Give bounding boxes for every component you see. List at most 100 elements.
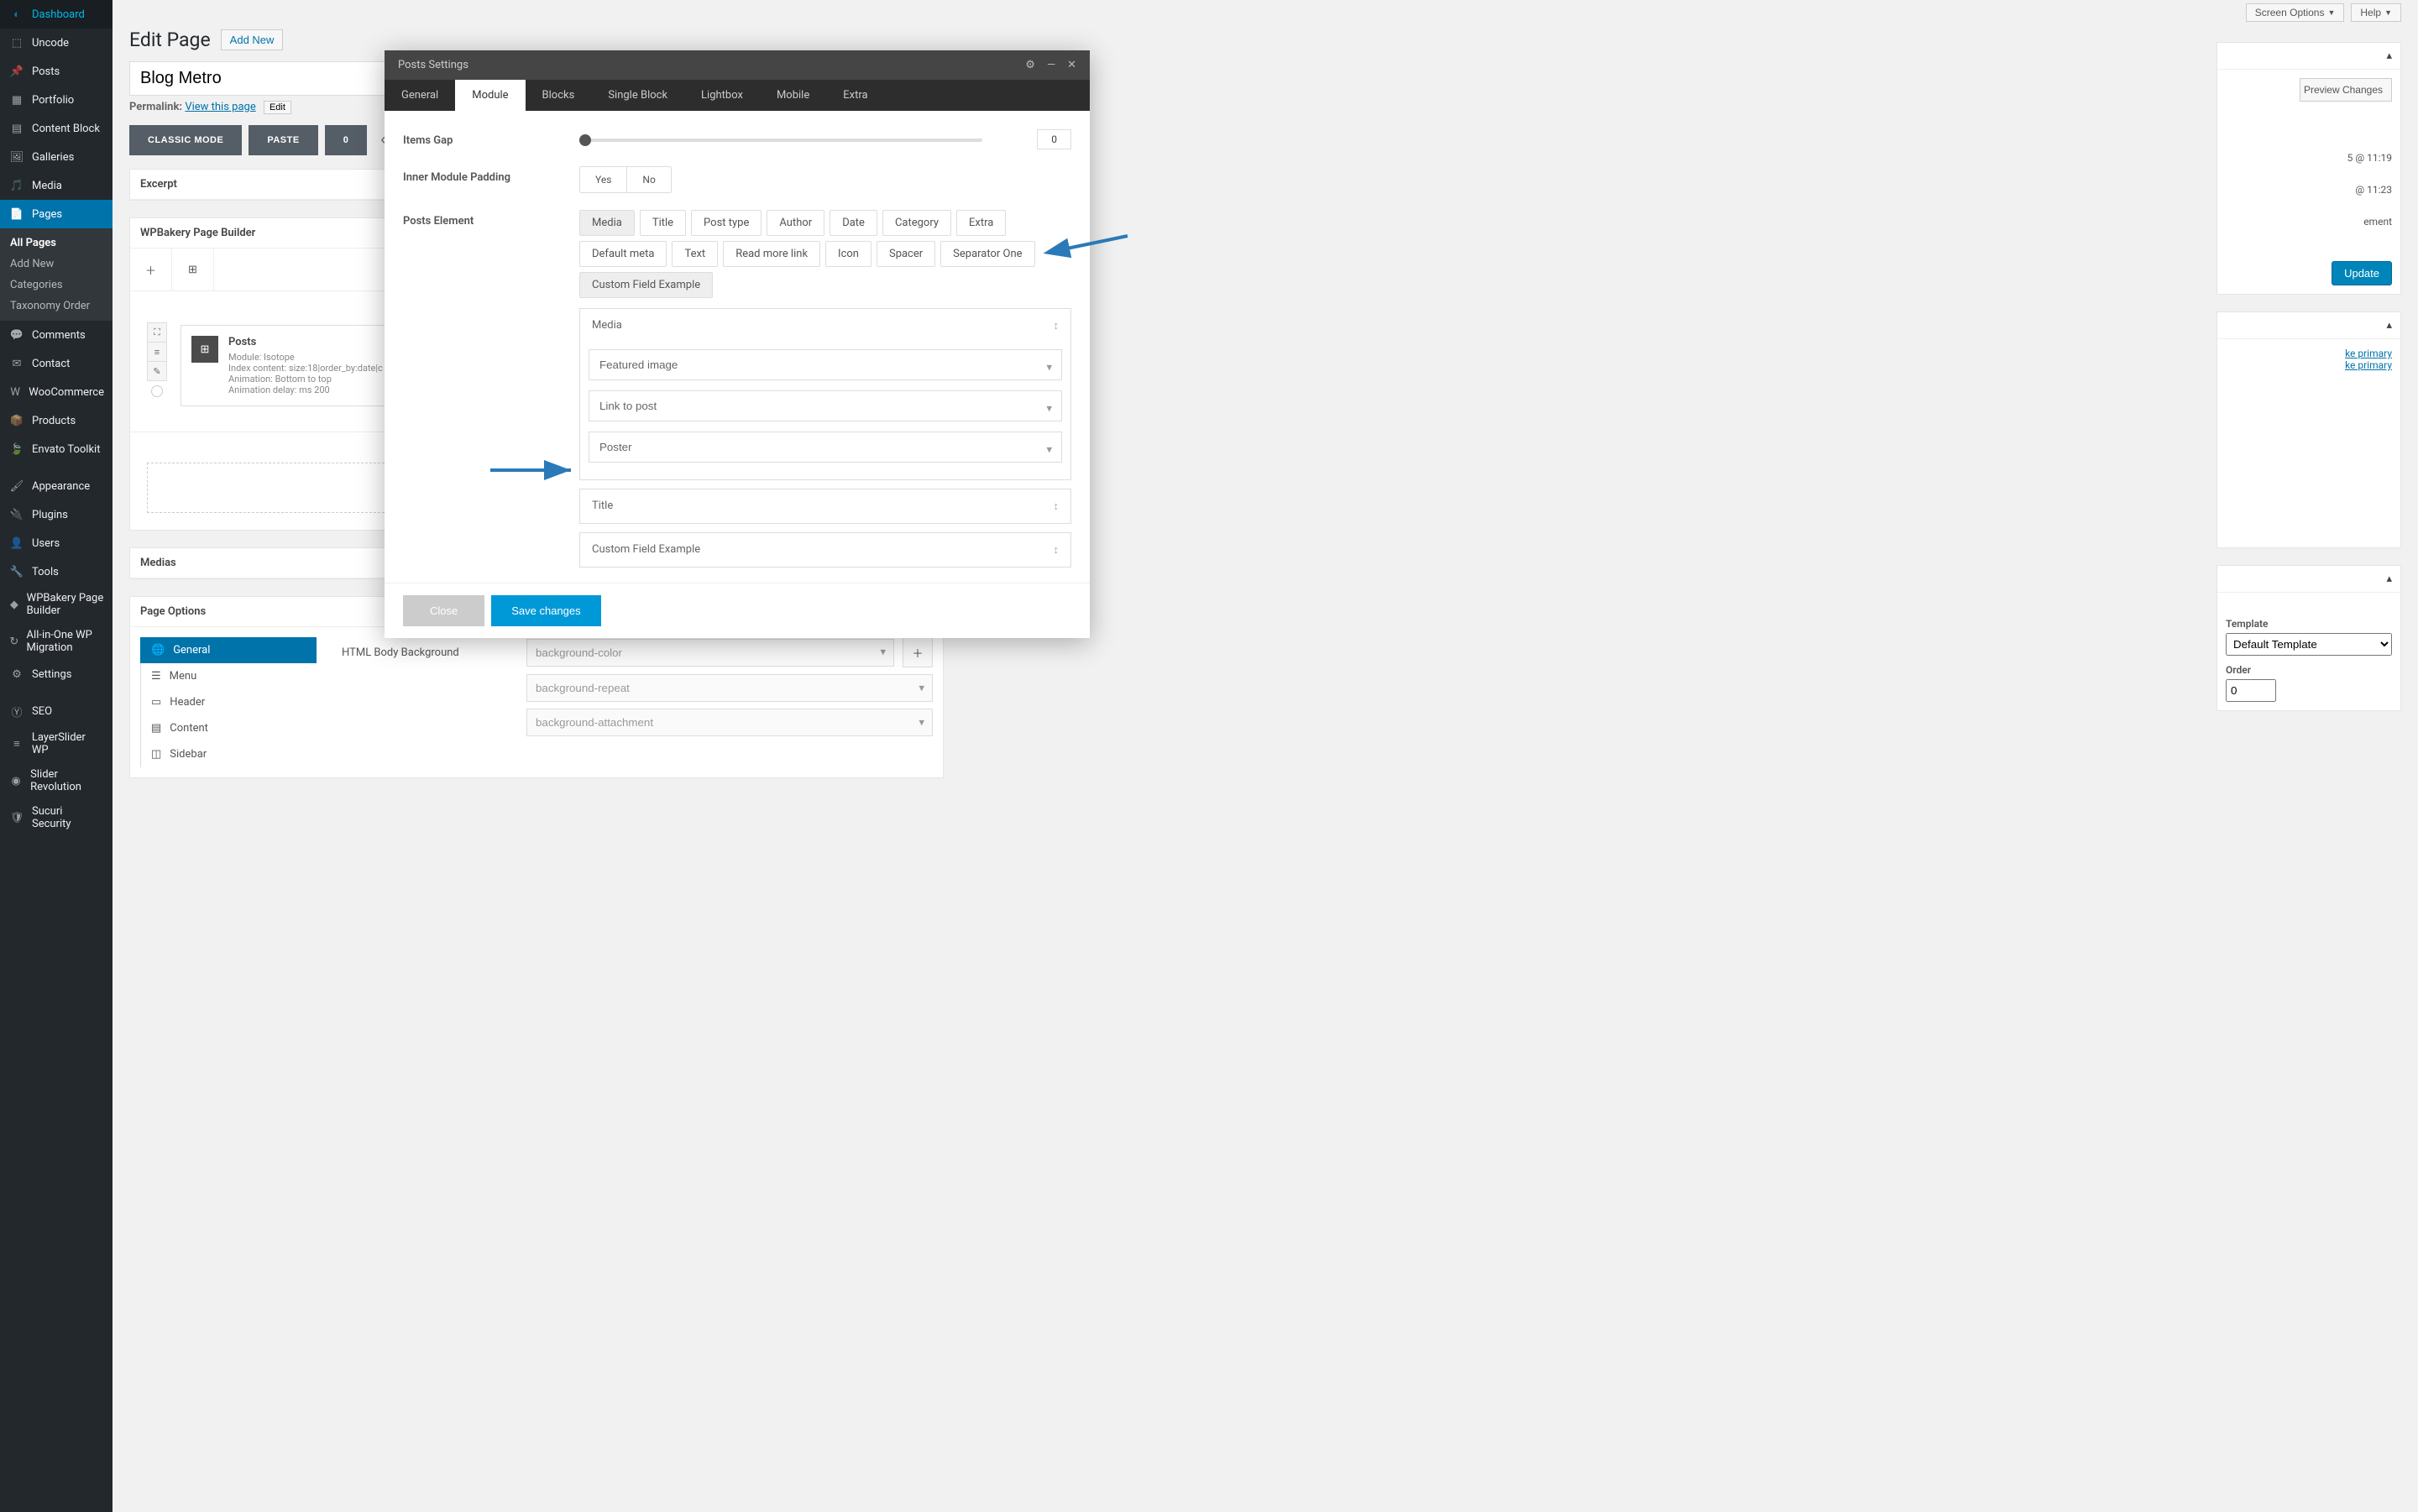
link-to-post-select[interactable]: Link to post xyxy=(589,390,1062,421)
update-button[interactable]: Update xyxy=(2332,261,2392,285)
collapse-icon[interactable]: ▴ xyxy=(2386,319,2392,332)
sidebar-item-contact[interactable]: ✉Contact xyxy=(0,349,113,378)
sidebar-item-galleries[interactable]: 🖼Galleries xyxy=(0,143,113,171)
primary-link[interactable]: ke primary xyxy=(2345,359,2392,371)
collapse-icon[interactable]: ▴ xyxy=(2386,573,2392,585)
pill-date[interactable]: Date xyxy=(830,210,877,236)
add-new-button[interactable]: Add New xyxy=(221,29,284,50)
sidebar-item-appearance[interactable]: 🖌Appearance xyxy=(0,472,113,500)
permalink-link[interactable]: View this page xyxy=(185,101,255,113)
collapse-icon[interactable]: ▴ xyxy=(2386,50,2392,62)
preview-changes-button[interactable]: Preview Changes xyxy=(2300,78,2392,102)
permalink-edit-button[interactable]: Edit xyxy=(264,101,291,114)
items-gap-slider[interactable] xyxy=(579,139,982,142)
sidebar-item-plugins[interactable]: 🔌Plugins xyxy=(0,500,113,529)
tab-blocks[interactable]: Blocks xyxy=(526,80,592,111)
sidebar-item-media[interactable]: 🎵Media xyxy=(0,171,113,200)
sidebar-item-portfolio[interactable]: ▦Portfolio xyxy=(0,86,113,114)
product-icon: 📦 xyxy=(8,412,25,429)
sidebar-item-tools[interactable]: 🔧Tools xyxy=(0,557,113,586)
pill-media[interactable]: Media xyxy=(579,210,635,236)
classic-mode-button[interactable]: CLASSIC MODE xyxy=(129,125,242,155)
bg-color-select[interactable]: background-color xyxy=(526,639,894,667)
po-tab-content[interactable]: ▤Content xyxy=(140,715,317,741)
template-select[interactable]: Default Template xyxy=(2226,633,2392,656)
sidebar-item-slider-rev[interactable]: ◉Slider Revolution xyxy=(0,762,113,799)
save-changes-button[interactable]: Save changes xyxy=(491,595,600,626)
sidebar-item-layerslider[interactable]: ≡LayerSlider WP xyxy=(0,725,113,762)
tab-single-block[interactable]: Single Block xyxy=(591,80,684,111)
template-button[interactable]: ⊞ xyxy=(172,249,214,290)
sidebar-item-envato[interactable]: 🍃Envato Toolkit xyxy=(0,435,113,463)
minimize-icon[interactable]: — xyxy=(1047,59,1055,71)
title-section-header[interactable]: Title ↕ xyxy=(580,489,1070,523)
sidebar-item-content-block[interactable]: ▤Content Block xyxy=(0,114,113,143)
sidebar-item-migration[interactable]: ↻All-in-One WP Migration xyxy=(0,623,113,660)
bg-attach-select[interactable]: background-attachment xyxy=(526,709,933,736)
tab-general[interactable]: General xyxy=(385,80,455,111)
media-section-header[interactable]: Media ↕ xyxy=(580,309,1070,343)
toggle-no[interactable]: No xyxy=(626,167,670,192)
po-tab-menu[interactable]: ☰Menu xyxy=(140,663,317,689)
custom-field-section-header[interactable]: Custom Field Example ↕ xyxy=(580,533,1070,567)
pill-read-more[interactable]: Read more link xyxy=(723,241,820,267)
drag-handle-icon[interactable]: ↕ xyxy=(1054,319,1060,332)
modal-titlebar[interactable]: Posts Settings ⚙ — ✕ xyxy=(385,50,1090,80)
po-tab-header[interactable]: ▭Header xyxy=(140,689,317,715)
featured-image-select[interactable]: Featured image xyxy=(589,349,1062,380)
po-tab-general[interactable]: 🌐General xyxy=(140,637,317,663)
sidebar-item-pages[interactable]: 📄Pages xyxy=(0,200,113,228)
tab-lightbox[interactable]: Lightbox xyxy=(684,80,760,111)
pill-extra[interactable]: Extra xyxy=(956,210,1006,236)
drag-handle-icon[interactable]: ↕ xyxy=(1054,500,1060,513)
add-element-button[interactable]: ＋ xyxy=(130,249,172,290)
pill-separator[interactable]: Separator One xyxy=(940,241,1034,267)
sidebar-item-products[interactable]: 📦Products xyxy=(0,406,113,435)
sidebar-item-comments[interactable]: 💬Comments xyxy=(0,321,113,349)
order-input[interactable] xyxy=(2226,679,2276,702)
sidebar-item-wpbakery[interactable]: ◆WPBakery Page Builder xyxy=(0,586,113,623)
poster-select[interactable]: Poster xyxy=(589,432,1062,463)
tab-extra[interactable]: Extra xyxy=(826,80,884,111)
bg-repeat-select[interactable]: background-repeat xyxy=(526,674,933,702)
sidebar-item-seo[interactable]: ⓎSEO xyxy=(0,697,113,725)
pill-category[interactable]: Category xyxy=(882,210,951,236)
tab-mobile[interactable]: Mobile xyxy=(760,80,826,111)
po-tab-sidebar[interactable]: ◫Sidebar xyxy=(140,741,317,767)
pill-text[interactable]: Text xyxy=(672,241,718,267)
gear-icon[interactable]: ⚙ xyxy=(1025,59,1035,71)
primary-link[interactable]: ke primary xyxy=(2345,348,2392,359)
close-icon[interactable]: ✕ xyxy=(1067,59,1076,71)
drag-handle-icon[interactable]: ↕ xyxy=(1054,543,1060,557)
sidebar-sub-all-pages[interactable]: All Pages xyxy=(0,233,113,254)
pill-spacer[interactable]: Spacer xyxy=(877,241,935,267)
sidebar-item-sucuri[interactable]: 🛡Sucuri Security xyxy=(0,799,113,836)
pill-icon[interactable]: Icon xyxy=(825,241,871,267)
toggle-yes[interactable]: Yes xyxy=(580,167,626,192)
close-button[interactable]: Close xyxy=(403,595,484,626)
slider-thumb[interactable] xyxy=(579,134,591,146)
sidebar-item-woocommerce[interactable]: WWooCommerce xyxy=(0,378,113,406)
sidebar-sub-add-new[interactable]: Add New xyxy=(0,254,113,275)
pill-default-meta[interactable]: Default meta xyxy=(579,241,667,267)
pill-custom-field[interactable]: Custom Field Example xyxy=(579,272,713,298)
sidebar-item-posts[interactable]: 📌Posts xyxy=(0,57,113,86)
help-button[interactable]: Help ▼ xyxy=(2351,3,2401,22)
expand-button[interactable]: ⛶ xyxy=(147,322,167,343)
sidebar-sub-taxonomy[interactable]: Taxonomy Order xyxy=(0,296,113,317)
sidebar-item-dashboard[interactable]: ◐Dashboard xyxy=(0,0,113,29)
add-bg-button[interactable]: ＋ xyxy=(903,637,933,667)
sidebar-item-settings[interactable]: ⚙Settings xyxy=(0,660,113,688)
sidebar-sub-categories[interactable]: Categories xyxy=(0,275,113,296)
screen-options-button[interactable]: Screen Options ▼ xyxy=(2246,3,2345,22)
sidebar-item-users[interactable]: 👤Users xyxy=(0,529,113,557)
pill-title[interactable]: Title xyxy=(640,210,686,236)
pill-author[interactable]: Author xyxy=(767,210,824,236)
pill-post-type[interactable]: Post type xyxy=(691,210,762,236)
edit-button[interactable]: ✎ xyxy=(147,361,167,381)
zero-button[interactable]: 0 xyxy=(325,125,368,155)
sidebar-item-uncode[interactable]: ⬚Uncode xyxy=(0,29,113,57)
tab-module[interactable]: Module xyxy=(455,80,525,111)
paste-button[interactable]: PASTE xyxy=(249,125,317,155)
drag-button[interactable]: ≡ xyxy=(147,342,167,362)
